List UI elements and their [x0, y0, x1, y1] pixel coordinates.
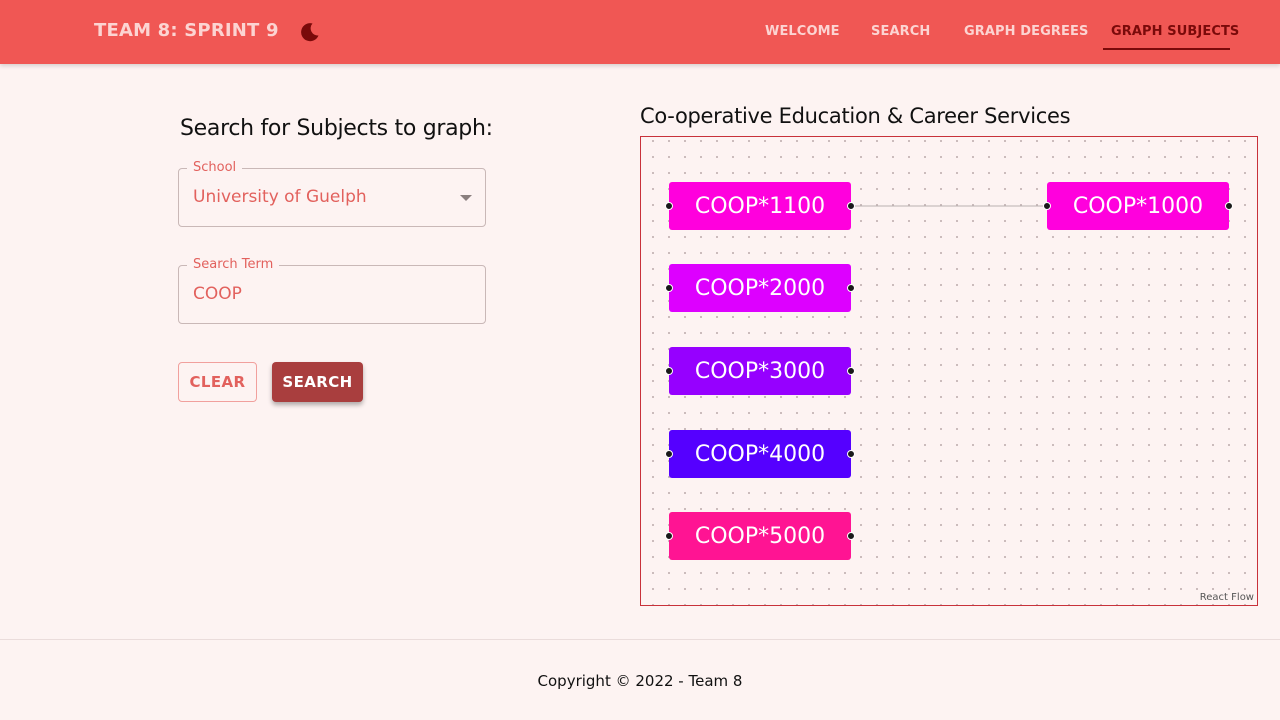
source-handle[interactable] [665, 450, 673, 458]
clear-button[interactable]: CLEAR [178, 362, 257, 402]
node-label: COOP*3000 [694, 358, 826, 384]
source-handle[interactable] [665, 532, 673, 540]
search-term-input[interactable]: Search Term COOP [178, 257, 486, 324]
nav-search[interactable]: SEARCH [871, 24, 930, 39]
target-handle[interactable] [847, 367, 855, 375]
node-label: COOP*2000 [694, 275, 826, 301]
moon-icon[interactable] [299, 21, 321, 43]
graph-node[interactable]: COOP*5000 [665, 512, 855, 560]
source-handle[interactable] [1043, 202, 1051, 210]
source-handle[interactable] [665, 202, 673, 210]
react-flow-attribution[interactable]: React Flow [1200, 592, 1254, 603]
node-label: COOP*4000 [694, 441, 826, 467]
source-handle[interactable] [665, 284, 673, 292]
school-label: School [187, 160, 243, 175]
node-label: COOP*5000 [694, 523, 826, 549]
nav-welcome[interactable]: WELCOME [765, 24, 840, 39]
target-handle[interactable] [1225, 202, 1233, 210]
nav-graph-subjects[interactable]: GRAPH SUBJECTS [1111, 24, 1239, 39]
graph-node[interactable]: COOP*3000 [665, 347, 855, 395]
target-handle[interactable] [847, 532, 855, 540]
dropdown-arrow-icon[interactable] [460, 195, 472, 201]
node-label: COOP*1000 [1072, 193, 1204, 219]
search-term-label: Search Term [187, 257, 280, 272]
source-handle[interactable] [665, 367, 673, 375]
react-flow-canvas[interactable]: COOP*1100 COOP*1000 COOP*2000 COOP*3000 … [640, 136, 1258, 606]
app-bar: TEAM 8: SPRINT 9 WELCOME SEARCH GRAPH DE… [0, 0, 1280, 64]
school-value: University of Guelph [193, 187, 367, 207]
footer: Copyright © 2022 - Team 8 [0, 639, 1280, 720]
graph-node[interactable]: COOP*4000 [665, 430, 855, 478]
graph-node[interactable]: COOP*1100 [665, 182, 855, 230]
graph-title: Co-operative Education & Career Services [640, 104, 1071, 128]
brand-title[interactable]: TEAM 8: SPRINT 9 [94, 20, 279, 41]
graph-node[interactable]: COOP*2000 [665, 264, 855, 312]
graph-node[interactable]: COOP*1000 [1043, 182, 1233, 230]
search-term-value: COOP [193, 284, 242, 304]
target-handle[interactable] [847, 284, 855, 292]
search-button[interactable]: SEARCH [272, 362, 363, 402]
school-select[interactable]: School University of Guelph [178, 160, 486, 227]
active-tab-indicator [1103, 48, 1230, 50]
target-handle[interactable] [847, 450, 855, 458]
node-label: COOP*1100 [694, 193, 826, 219]
copyright-text: Copyright © 2022 - Team 8 [537, 672, 743, 690]
form-title: Search for Subjects to graph: [180, 116, 493, 141]
target-handle[interactable] [847, 202, 855, 210]
nav-graph-degrees[interactable]: GRAPH DEGREES [964, 24, 1088, 39]
